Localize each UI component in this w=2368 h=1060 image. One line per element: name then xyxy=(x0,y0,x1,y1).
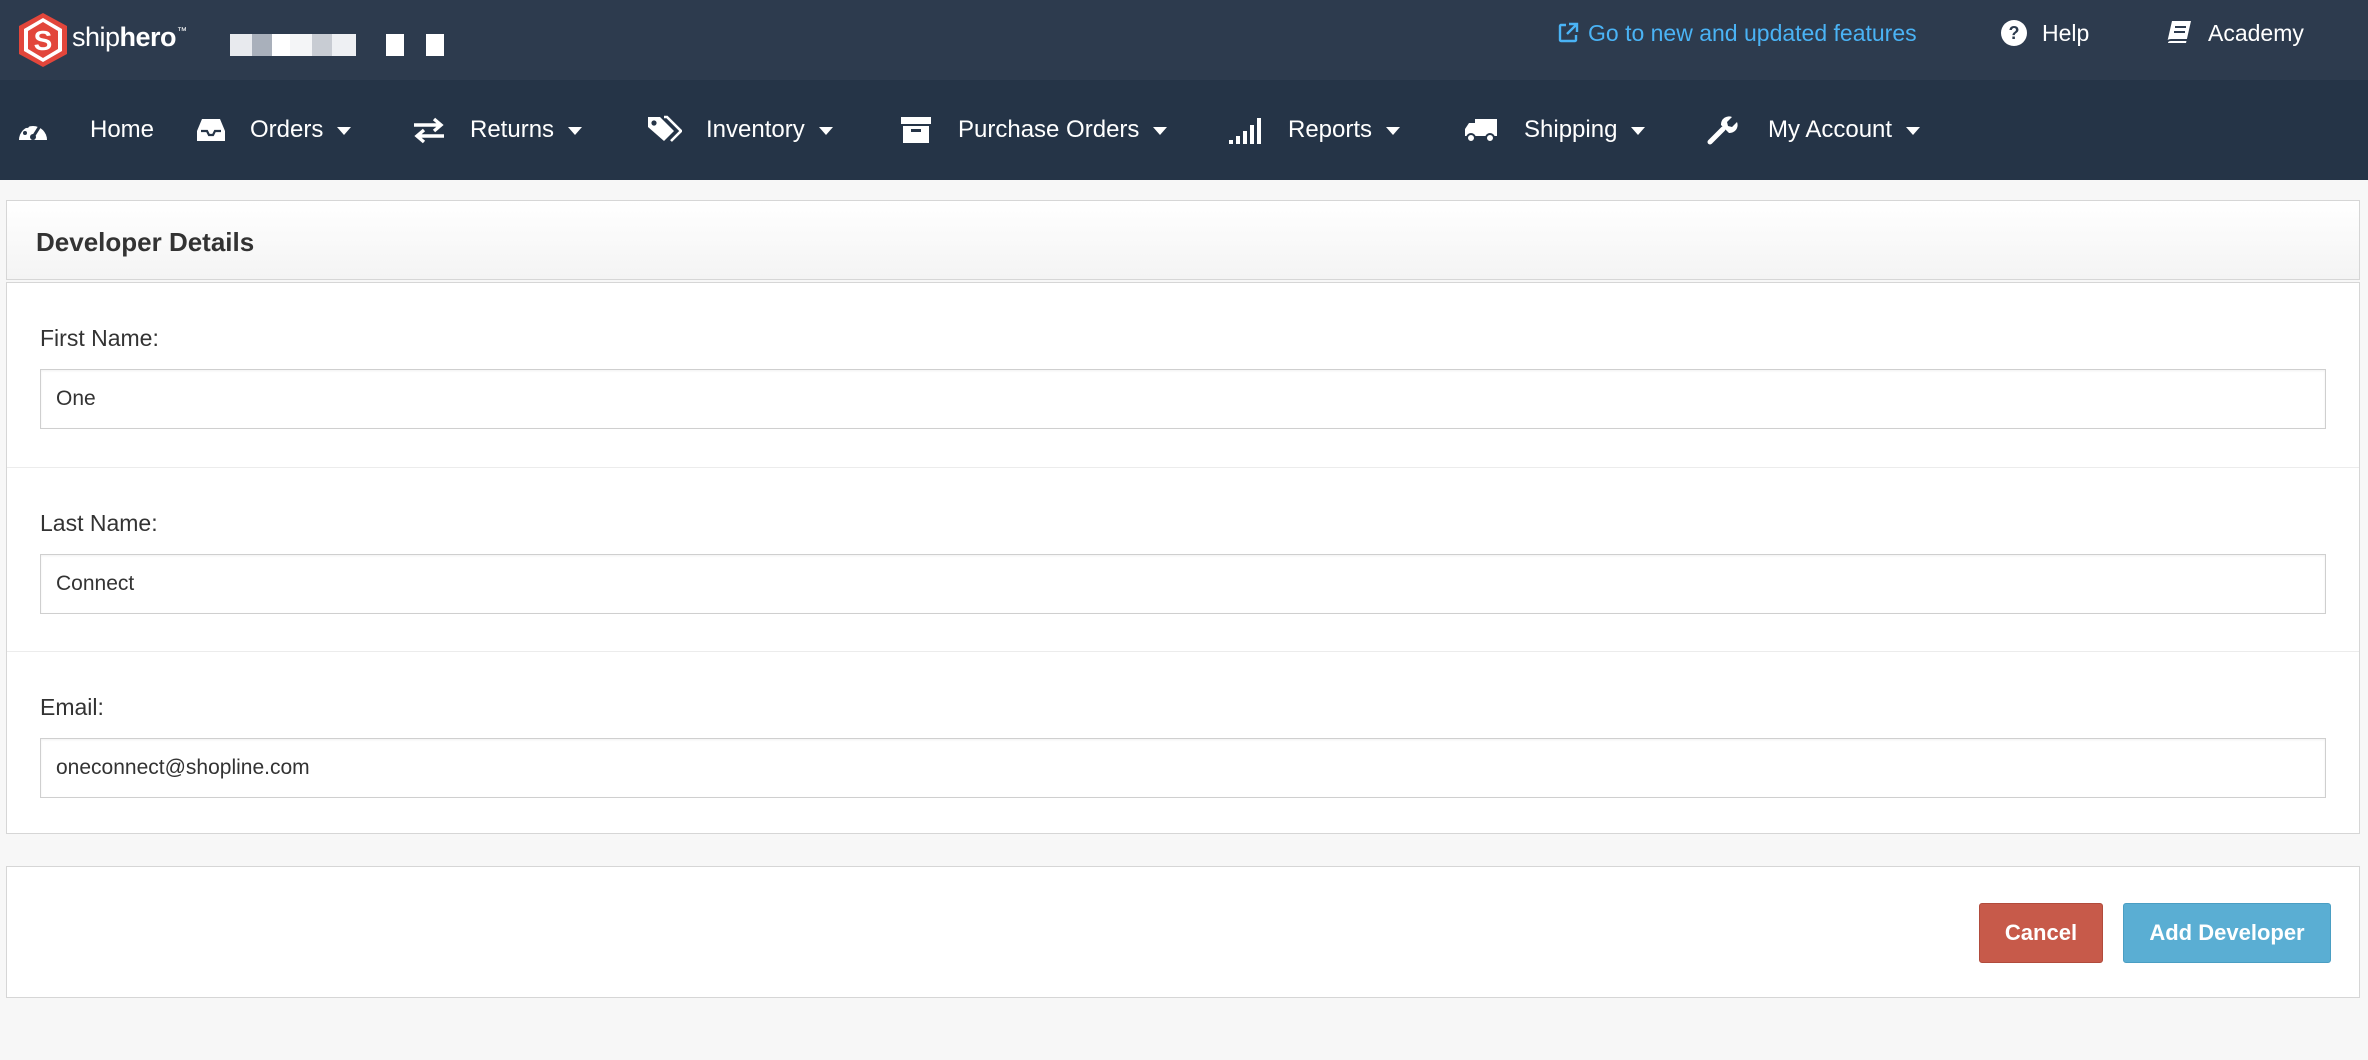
exchange-arrows-icon xyxy=(412,116,446,144)
svg-text:S: S xyxy=(34,25,53,56)
inbox-tray-icon xyxy=(196,117,226,143)
add-developer-button[interactable]: Add Developer xyxy=(2123,903,2331,963)
wrench-icon xyxy=(1706,114,1738,146)
chevron-down-icon xyxy=(1153,127,1168,135)
tags-icon xyxy=(646,115,682,145)
trademark-mark: ™ xyxy=(177,26,187,37)
nav-label-shipping: Shipping xyxy=(1524,116,1618,143)
nav-label-purchase-orders: Purchase Orders xyxy=(958,116,1140,143)
nav-label-inventory: Inventory xyxy=(706,116,805,143)
email-input[interactable] xyxy=(40,738,2326,798)
logo-wordmark[interactable]: shiphero™ xyxy=(72,22,187,53)
shiphero-logo-icon[interactable]: S xyxy=(18,12,68,68)
academy-label: Academy xyxy=(2208,19,2304,46)
last-name-row: Last Name: xyxy=(7,467,2359,651)
chevron-down-icon xyxy=(1386,127,1401,135)
developer-details-header: Developer Details xyxy=(6,200,2360,280)
nav-item-returns[interactable]: Returns xyxy=(412,80,583,180)
logo-text-bold: hero xyxy=(119,22,177,52)
nav-label-home: Home xyxy=(90,116,155,143)
nav-item-inventory[interactable]: Inventory xyxy=(646,80,833,180)
help-link[interactable]: ? Help xyxy=(2000,18,2089,48)
chevron-down-icon xyxy=(568,127,583,135)
cancel-button[interactable]: Cancel xyxy=(1979,903,2103,963)
nav-label-my-account: My Account xyxy=(1768,116,1893,143)
archive-box-icon xyxy=(900,115,932,145)
nav-label-reports: Reports xyxy=(1288,116,1373,143)
top-bar: S shiphero™ Go to new and updated featur… xyxy=(0,0,2368,80)
academy-link[interactable]: Academy xyxy=(2164,18,2304,48)
main-nav: Home Orders Returns Inventory Purchase O… xyxy=(0,80,2368,180)
nav-item-home[interactable]: Home xyxy=(16,80,154,180)
question-circle-icon: ? xyxy=(2001,20,2027,46)
nav-item-shipping[interactable]: Shipping xyxy=(1464,80,1646,180)
nav-item-reports[interactable]: Reports xyxy=(1228,80,1401,180)
nav-label-returns: Returns xyxy=(470,116,555,143)
chevron-down-icon xyxy=(818,127,833,135)
nav-label-orders: Orders xyxy=(250,116,324,143)
svg-text:?: ? xyxy=(2009,23,2020,43)
account-name-redacted xyxy=(230,34,444,56)
email-row: Email: xyxy=(7,651,2359,835)
nav-item-orders[interactable]: Orders xyxy=(196,80,352,180)
help-label: Help xyxy=(2042,19,2090,46)
dashboard-gauge-icon xyxy=(16,116,50,144)
nav-item-my-account[interactable]: My Account xyxy=(1706,80,1921,180)
chevron-down-icon xyxy=(1906,127,1921,135)
email-label: Email: xyxy=(40,694,104,720)
book-icon xyxy=(2166,21,2191,44)
signal-bars-icon xyxy=(1228,116,1262,144)
new-features-link[interactable]: Go to new and updated features xyxy=(1556,18,1917,48)
form-actions: Cancel Add Developer xyxy=(6,866,2360,998)
first-name-input[interactable] xyxy=(40,369,2326,429)
nav-item-purchase-orders[interactable]: Purchase Orders xyxy=(900,80,1168,180)
last-name-label: Last Name: xyxy=(40,510,158,536)
logo-text-regular: ship xyxy=(72,22,120,52)
last-name-input[interactable] xyxy=(40,554,2326,614)
first-name-row: First Name: xyxy=(7,283,2359,467)
new-features-label: Go to new and updated features xyxy=(1588,19,1917,46)
first-name-label: First Name: xyxy=(40,325,159,351)
chevron-down-icon xyxy=(337,127,352,135)
panel-title: Developer Details xyxy=(36,227,255,257)
external-link-icon xyxy=(1558,22,1579,43)
developer-form: First Name: Last Name: Email: xyxy=(6,282,2360,834)
truck-icon xyxy=(1464,116,1498,144)
chevron-down-icon xyxy=(1631,127,1646,135)
